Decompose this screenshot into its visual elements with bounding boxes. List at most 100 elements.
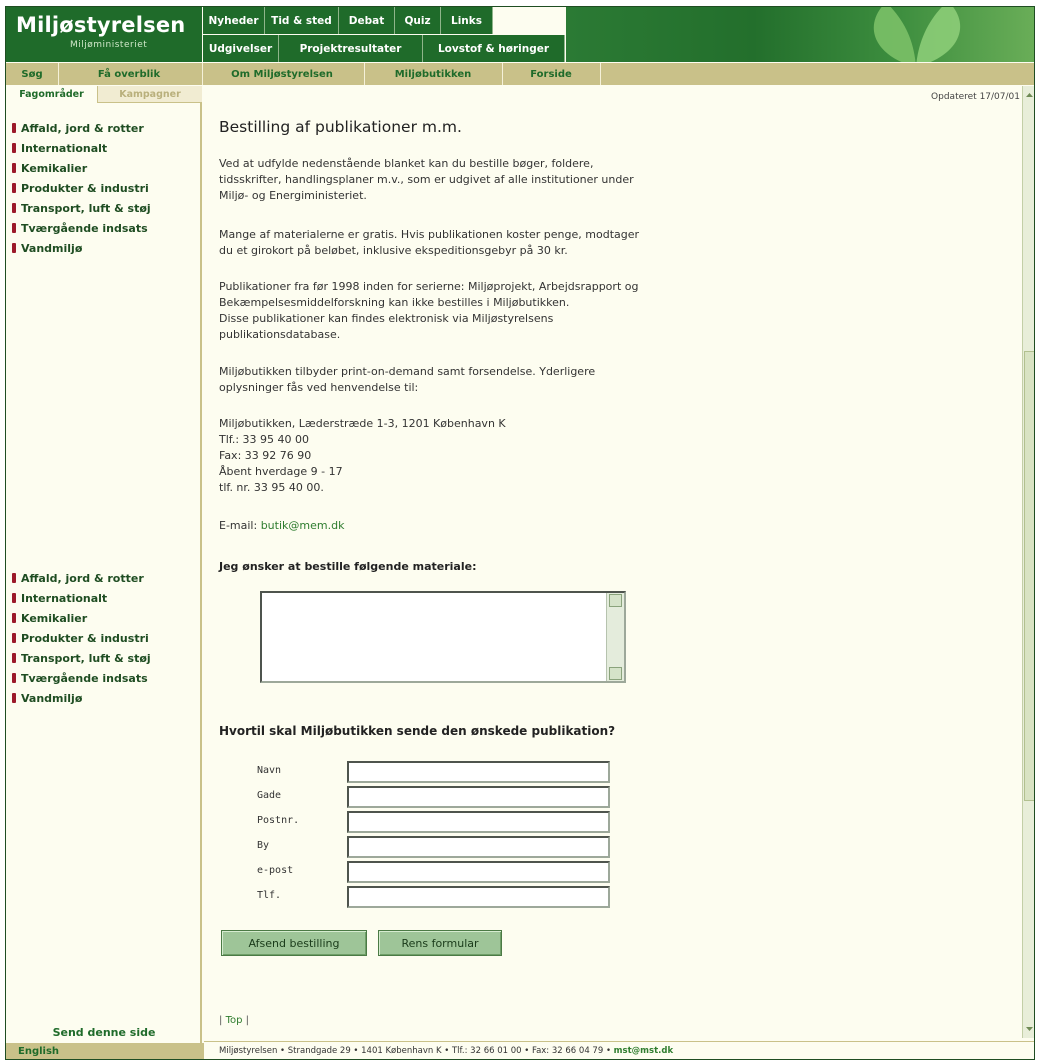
form-row-postnr: Postnr. — [257, 811, 617, 833]
bullet-icon — [12, 593, 16, 603]
text-line: Bekæmpelsesmiddelforskning kan ikke best… — [219, 296, 570, 309]
footer-address: Miljøstyrelsen • Strandgade 29 • 1401 Kø… — [219, 1046, 673, 1056]
form-row-epost: e-post — [257, 861, 617, 883]
bullet-icon — [12, 163, 16, 173]
submit-order-button[interactable]: Afsend bestilling — [221, 930, 367, 956]
sidebar-menu-top: Affald, jord & rotter Internationalt Kem… — [12, 118, 198, 258]
nav-mid: Udgivelser Projektresultater Lovstof & h… — [203, 35, 565, 62]
sidebar-item-transport[interactable]: Transport, luft & støj — [12, 648, 198, 668]
by-label: By — [257, 840, 270, 851]
email-line: E-mail: butik@mem.dk — [219, 518, 739, 534]
order-materials-textarea[interactable] — [260, 591, 626, 683]
nav-udgivelser[interactable]: Udgivelser — [203, 35, 279, 62]
sidebar-item-affald[interactable]: Affald, jord & rotter — [12, 118, 198, 138]
sidebar-item-label: Tværgående indsats — [21, 671, 148, 685]
reset-form-button[interactable]: Rens formular — [378, 930, 502, 956]
nav-soeg[interactable]: Søg — [12, 66, 52, 82]
scroll-down-icon[interactable] — [609, 667, 622, 680]
nav-links[interactable]: Links — [441, 7, 493, 34]
nav-miljoebutikken[interactable]: Miljøbutikken — [368, 66, 498, 82]
gade-field[interactable] — [347, 786, 610, 808]
sidebar-item-vandmiljoe[interactable]: Vandmiljø — [12, 688, 198, 708]
clover-leaf-icon — [873, 7, 960, 62]
bullet-icon — [12, 243, 16, 253]
sidebar-item-label: Affald, jord & rotter — [21, 571, 144, 585]
sidebar-item-vandmiljoe[interactable]: Vandmiljø — [12, 238, 198, 258]
form-row-by: By — [257, 836, 617, 858]
bullet-icon — [12, 633, 16, 643]
divider — [202, 63, 203, 85]
sidebar-item-produkter[interactable]: Produkter & industri — [12, 628, 198, 648]
nav-tid-og-sted[interactable]: Tid & sted — [265, 7, 339, 34]
nav-quiz[interactable]: Quiz — [395, 7, 441, 34]
sidebar-item-affald[interactable]: Affald, jord & rotter — [12, 568, 198, 588]
scroll-thumb[interactable] — [1024, 351, 1034, 801]
nav-faa-overblik[interactable]: Få overblik — [64, 66, 194, 82]
sidebar-item-label: Transport, luft & støj — [21, 201, 151, 215]
english-link[interactable]: English — [18, 1046, 59, 1057]
nav-projektresultater[interactable]: Projektresultater — [279, 35, 423, 62]
sidebar-item-kemikalier[interactable]: Kemikalier — [12, 608, 198, 628]
sidebar-item-produkter[interactable]: Produkter & industri — [12, 178, 198, 198]
text-line: Miljøbutikken, Læderstræde 1-3, 1201 Køb… — [219, 417, 506, 430]
scroll-up-icon[interactable] — [1024, 90, 1035, 101]
site-logo[interactable]: Miljøstyrelsen Miljøministeriet — [6, 7, 202, 62]
navn-field[interactable] — [347, 761, 610, 783]
nav-nyheder[interactable]: Nyheder — [203, 7, 265, 34]
nav-om-miljoestyrelsen[interactable]: Om Miljøstyrelsen — [206, 66, 358, 82]
text-line: Publikationer fra før 1998 inden for ser… — [219, 280, 639, 293]
page-scrollbar[interactable] — [1022, 86, 1035, 1038]
sidebar: Fagområder Kampagner Affald, jord & rott… — [6, 86, 204, 1059]
sidebar-item-label: Internationalt — [21, 591, 108, 605]
email-link[interactable]: butik@mem.dk — [261, 519, 345, 532]
sidebar-item-label: Kemikalier — [21, 611, 88, 625]
phone-field[interactable] — [347, 886, 610, 908]
text-line: Disse publikationer kan findes elektroni… — [219, 312, 554, 325]
sidebar-item-label: Vandmiljø — [21, 691, 83, 705]
sidebar-item-kemikalier[interactable]: Kemikalier — [12, 158, 198, 178]
text-line: Ved at udfylde nedenstående blanket kan … — [219, 157, 594, 170]
text-line: oplysninger fås ved henvendelse til: — [219, 381, 419, 394]
bullet-icon — [12, 693, 16, 703]
sidebar-item-transport[interactable]: Transport, luft & støj — [12, 198, 198, 218]
textarea-scrollbar[interactable] — [606, 593, 624, 681]
nav-debat[interactable]: Debat — [339, 7, 395, 34]
sidebar-item-tvaergaaende[interactable]: Tværgående indsats — [12, 218, 198, 238]
sidebar-item-label: Vandmiljø — [21, 241, 83, 255]
sidebar-item-label: Kemikalier — [21, 161, 88, 175]
scroll-down-icon[interactable] — [1024, 1023, 1035, 1034]
nav-top: Nyheder Tid & sted Debat Quiz Links — [203, 7, 493, 34]
tab-fagomraader[interactable]: Fagområder — [6, 86, 98, 103]
nav-forside[interactable]: Forside — [504, 66, 598, 82]
by-field[interactable] — [347, 836, 610, 858]
tlf-label: Tlf. — [257, 890, 282, 901]
bullet-icon — [12, 653, 16, 663]
bullet-icon — [12, 573, 16, 583]
header-banner — [566, 7, 1034, 62]
text-line: Mange af materialerne er gratis. Hvis pu… — [219, 228, 640, 241]
sidebar-item-tvaergaaende[interactable]: Tværgående indsats — [12, 668, 198, 688]
email-field[interactable] — [347, 861, 610, 883]
postnr-field[interactable] — [347, 811, 610, 833]
text-line: du et girokort på beløbet, inklusive eks… — [219, 244, 568, 257]
tab-kampagner[interactable]: Kampagner — [98, 86, 202, 103]
secondary-nav-bar: Søg Få overblik Om Miljøstyrelsen Miljøb… — [6, 63, 1034, 85]
logo-subtitle: Miljøministeriet — [70, 40, 148, 50]
sidebar-item-internationalt[interactable]: Internationalt — [12, 588, 198, 608]
order-heading: Jeg ønsker at bestille følgende material… — [219, 560, 477, 573]
footer-email-link[interactable]: mst@mst.dk — [614, 1046, 673, 1056]
send-page-link[interactable]: Send denne side — [6, 1026, 202, 1039]
sidebar-tabs: Fagområder Kampagner — [6, 86, 202, 103]
top-link[interactable]: Top — [226, 1015, 243, 1026]
sidebar-item-internationalt[interactable]: Internationalt — [12, 138, 198, 158]
updated-date: Opdateret 17/07/01 — [931, 92, 1020, 102]
text-line: Åbent hverdage 9 - 17 — [219, 465, 343, 478]
scroll-up-icon[interactable] — [609, 594, 622, 607]
text-line: tlf. nr. 33 95 40 00. — [219, 481, 324, 494]
nav-lovstof-og-hoeringer[interactable]: Lovstof & høringer — [423, 35, 565, 62]
bullet-icon — [12, 203, 16, 213]
sidebar-item-label: Produkter & industri — [21, 181, 149, 195]
print-on-demand-paragraph: Miljøbutikken tilbyder print-on-demand s… — [219, 364, 739, 396]
bullet-icon — [12, 223, 16, 233]
form-row-tlf: Tlf. — [257, 886, 617, 908]
